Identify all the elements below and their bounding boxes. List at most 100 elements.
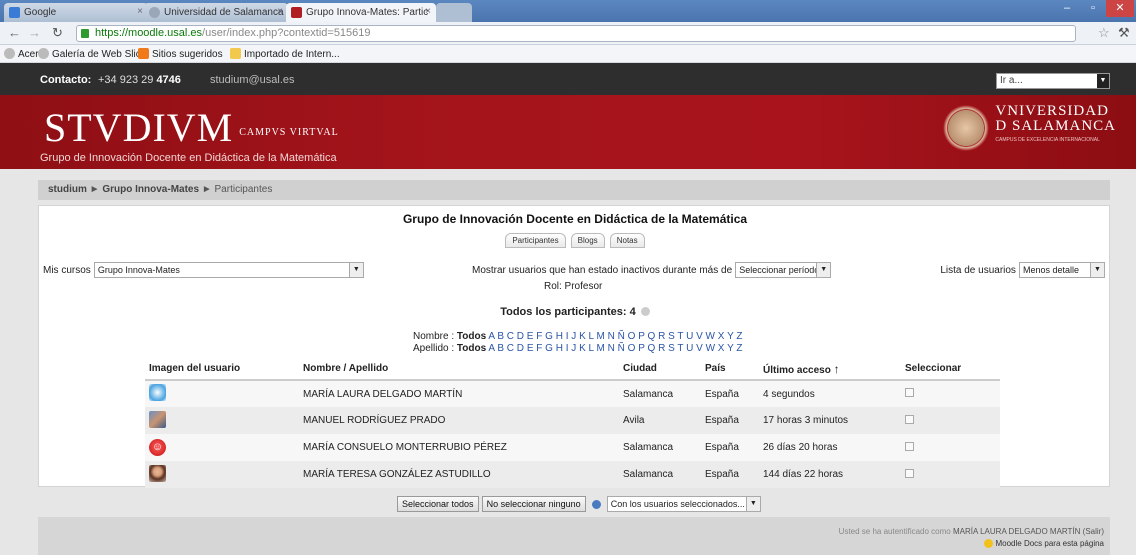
tab-blogs[interactable]: Blogs bbox=[570, 233, 605, 248]
breadcrumb-studium[interactable]: studium bbox=[48, 184, 87, 195]
name-cell[interactable]: MARÍA TERESA GONZÁLEZ ASTUDILLO bbox=[299, 461, 619, 488]
back-icon[interactable]: ← bbox=[8, 25, 21, 40]
close-window-icon[interactable]: ✕ bbox=[1106, 0, 1134, 17]
initial-letter-link[interactable]: A bbox=[488, 331, 494, 342]
initial-letter-link[interactable]: R bbox=[658, 331, 665, 342]
nombre-todos[interactable]: Todos bbox=[457, 331, 486, 342]
initial-letter-link[interactable]: Y bbox=[727, 331, 734, 342]
select-checkbox[interactable] bbox=[905, 388, 914, 397]
with-selected-select[interactable]: Con los usuarios seleccionados... ▼ bbox=[606, 496, 761, 512]
close-tab-icon[interactable]: × bbox=[277, 6, 283, 17]
browser-tab-moodle[interactable]: Grupo Innova-Mates: Partic × bbox=[286, 3, 436, 22]
maximize-icon[interactable]: ▫ bbox=[1080, 0, 1106, 17]
moodle-docs-link[interactable]: Moodle Docs para esta página bbox=[995, 539, 1104, 548]
bookmark-imported[interactable]: Importado de Intern... bbox=[230, 48, 340, 60]
initial-letter-link[interactable]: I bbox=[566, 331, 569, 342]
initial-letter-link[interactable]: B bbox=[497, 331, 504, 342]
initial-letter-link[interactable]: N bbox=[608, 343, 615, 354]
initial-letter-link[interactable]: O bbox=[628, 343, 636, 354]
inactive-period-select[interactable]: Seleccionar período ▼ bbox=[735, 262, 832, 278]
mis-cursos-select[interactable]: Grupo Innova-Mates ▼ bbox=[93, 262, 364, 278]
initial-letter-link[interactable]: U bbox=[686, 343, 693, 354]
initial-letter-link[interactable]: R bbox=[658, 343, 665, 354]
initial-letter-link[interactable]: B bbox=[497, 343, 504, 354]
initial-letter-link[interactable]: L bbox=[589, 331, 594, 342]
initial-letter-link[interactable]: T bbox=[677, 343, 683, 354]
browser-tab-google[interactable]: Google × bbox=[4, 3, 148, 22]
help-icon[interactable] bbox=[591, 499, 601, 509]
apellido-todos[interactable]: Todos bbox=[457, 343, 486, 354]
initial-letter-link[interactable]: O bbox=[628, 331, 636, 342]
initial-letter-link[interactable]: M bbox=[597, 343, 605, 354]
initial-letter-link[interactable]: S bbox=[668, 331, 675, 342]
initial-letter-link[interactable]: G bbox=[545, 331, 553, 342]
select-all-button[interactable]: Seleccionar todos bbox=[397, 496, 479, 512]
close-tab-icon[interactable]: × bbox=[137, 6, 143, 17]
initial-letter-link[interactable]: C bbox=[507, 331, 514, 342]
forward-icon[interactable]: → bbox=[28, 25, 41, 40]
university-logo[interactable]: VNIVERSIDAD D SALAMANCA CAMPUS DE EXCELE… bbox=[943, 103, 1116, 151]
initial-letter-link[interactable]: J bbox=[571, 343, 576, 354]
breadcrumb-group[interactable]: Grupo Innova-Mates bbox=[102, 184, 199, 195]
initial-letter-link[interactable]: P bbox=[638, 343, 645, 354]
star-icon[interactable]: ☆ bbox=[1098, 25, 1110, 41]
initial-letter-link[interactable]: S bbox=[668, 343, 675, 354]
col-header-name[interactable]: Nombre / Apellido bbox=[299, 358, 619, 381]
initial-letter-link[interactable]: H bbox=[556, 331, 563, 342]
select-checkbox[interactable] bbox=[905, 468, 914, 478]
initial-letter-link[interactable]: P bbox=[638, 331, 645, 342]
close-tab-icon[interactable]: × bbox=[425, 6, 431, 17]
initial-letter-link[interactable]: E bbox=[527, 343, 534, 354]
url-input[interactable]: https://moodle.usal.es/user/index.php?co… bbox=[76, 25, 1076, 42]
woman-avatar[interactable] bbox=[149, 464, 166, 482]
initial-letter-link[interactable]: V bbox=[696, 331, 703, 342]
initial-letter-link[interactable]: X bbox=[718, 343, 725, 354]
col-header-country[interactable]: País bbox=[701, 358, 759, 381]
initial-letter-link[interactable]: D bbox=[517, 343, 524, 354]
help-icon[interactable] bbox=[640, 307, 650, 316]
initial-letter-link[interactable]: Ñ bbox=[618, 343, 625, 354]
initial-letter-link[interactable]: D bbox=[517, 331, 524, 342]
initial-letter-link[interactable]: K bbox=[579, 331, 586, 342]
initial-letter-link[interactable]: U bbox=[686, 331, 693, 342]
initial-letter-link[interactable]: F bbox=[536, 343, 542, 354]
snowflake-avatar[interactable] bbox=[149, 384, 166, 401]
initial-letter-link[interactable]: X bbox=[718, 331, 725, 342]
select-checkbox[interactable] bbox=[905, 414, 914, 424]
col-header-image[interactable]: Imagen del usuario bbox=[145, 358, 299, 381]
reload-icon[interactable]: ↻ bbox=[52, 25, 63, 41]
col-header-city[interactable]: Ciudad bbox=[619, 358, 701, 381]
initial-letter-link[interactable]: Z bbox=[736, 331, 742, 342]
minimize-icon[interactable]: – bbox=[1054, 0, 1080, 17]
contact-email[interactable]: studium@usal.es bbox=[210, 74, 295, 86]
initial-letter-link[interactable]: I bbox=[566, 343, 569, 354]
initial-letter-link[interactable]: F bbox=[536, 331, 542, 342]
initial-letter-link[interactable]: N bbox=[608, 331, 615, 342]
initial-letter-link[interactable]: W bbox=[706, 343, 715, 354]
initial-letter-link[interactable]: K bbox=[579, 343, 586, 354]
initial-letter-link[interactable]: J bbox=[571, 331, 576, 342]
select-none-button[interactable]: No seleccionar ninguno bbox=[481, 496, 586, 512]
initial-letter-link[interactable]: C bbox=[507, 343, 514, 354]
initial-letter-link[interactable]: W bbox=[706, 331, 715, 342]
list-detail-select[interactable]: Menos detalle ▼ bbox=[1019, 262, 1105, 278]
initial-letter-link[interactable]: Y bbox=[727, 343, 734, 354]
bookmark-web-slice[interactable]: Galería de Web Slice bbox=[38, 48, 146, 60]
initial-letter-link[interactable]: T bbox=[677, 331, 683, 342]
photo-avatar[interactable] bbox=[149, 410, 166, 428]
browser-tab-usal[interactable]: Universidad de Salamanca | × bbox=[144, 3, 288, 22]
initial-letter-link[interactable]: G bbox=[545, 343, 553, 354]
initial-letter-link[interactable]: H bbox=[556, 343, 563, 354]
bookmark-acer[interactable]: Acer bbox=[4, 48, 39, 60]
goto-select[interactable]: Ir a... ▼ bbox=[996, 73, 1110, 89]
wrench-icon[interactable]: ⚒ bbox=[1118, 25, 1130, 41]
initial-letter-link[interactable]: A bbox=[488, 343, 494, 354]
initial-letter-link[interactable]: Q bbox=[648, 331, 656, 342]
initial-letter-link[interactable]: E bbox=[527, 331, 534, 342]
name-cell[interactable]: MARÍA LAURA DELGADO MARTÍN bbox=[299, 380, 619, 407]
initial-letter-link[interactable]: Q bbox=[648, 343, 656, 354]
current-user-link[interactable]: MARÍA LAURA DELGADO MARTÍN bbox=[953, 527, 1080, 536]
smiley-avatar[interactable]: ☺ bbox=[149, 439, 166, 456]
initial-letter-link[interactable]: Ñ bbox=[618, 331, 625, 342]
select-checkbox[interactable] bbox=[905, 441, 914, 451]
